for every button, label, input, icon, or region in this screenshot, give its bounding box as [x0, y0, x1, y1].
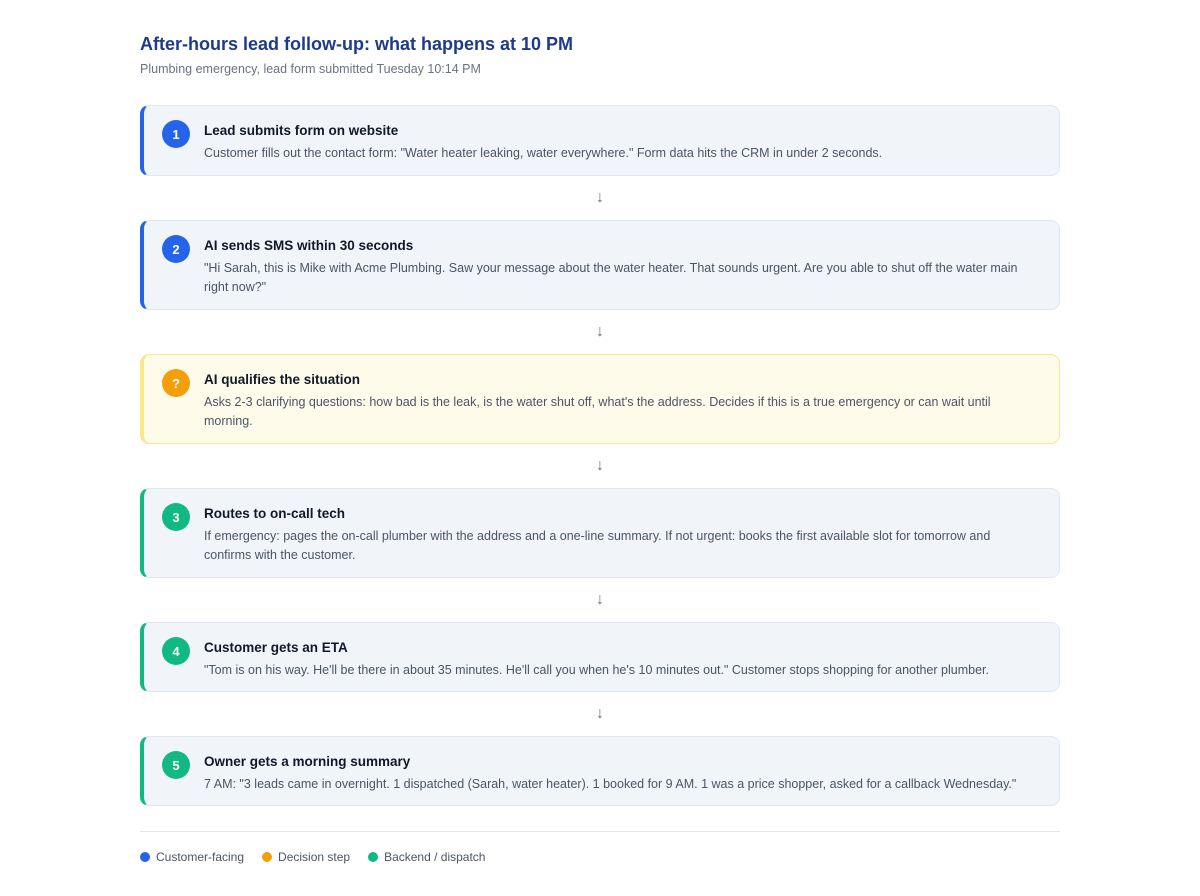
step-badge: 1 — [162, 120, 190, 148]
down-arrow-icon: ↓ — [596, 457, 604, 474]
step-ai-qualifies: ? AI qualifies the situation Asks 2-3 cl… — [140, 354, 1060, 444]
step-description: If emergency: pages the on-call plumber … — [204, 529, 991, 562]
step-ai-sms: 2 AI sends SMS within 30 seconds "Hi Sar… — [140, 220, 1060, 310]
step-title: AI qualifies the situation — [204, 372, 361, 387]
step-routes-tech: 3 Routes to on-call tech If emergency: p… — [140, 488, 1060, 578]
legend-item-customer-facing: Customer-facing — [140, 850, 244, 864]
step-owner-summary: 5 Owner gets a morning summary 7 AM: "3 … — [140, 736, 1060, 806]
step-title: Lead submits form on website — [204, 123, 399, 138]
step-badge: 3 — [162, 503, 190, 531]
legend-label: Backend / dispatch — [384, 850, 486, 864]
page-subtitle: Plumbing emergency, lead form submitted … — [140, 62, 481, 76]
step-title: Customer gets an ETA — [204, 640, 348, 655]
step-description: 7 AM: "3 leads came in overnight. 1 disp… — [204, 777, 1017, 791]
down-arrow-icon: ↓ — [596, 323, 604, 340]
legend-item-decision: Decision step — [262, 850, 350, 864]
legend-dot-icon — [368, 852, 379, 862]
step-badge: 5 — [162, 751, 190, 779]
step-description: "Hi Sarah, this is Mike with Acme Plumbi… — [204, 261, 1018, 294]
step-description: "Tom is on his way. He'll be there in ab… — [204, 663, 989, 677]
legend: Customer-facing Decision step Backend / … — [140, 850, 485, 864]
legend-item-backend: Backend / dispatch — [368, 850, 485, 864]
step-description: Asks 2-3 clarifying questions: how bad i… — [204, 395, 991, 428]
step-badge: 2 — [162, 235, 190, 263]
step-description: Customer fills out the contact form: "Wa… — [204, 146, 883, 160]
step-customer-eta: 4 Customer gets an ETA "Tom is on his wa… — [140, 622, 1060, 692]
step-title: AI sends SMS within 30 seconds — [204, 238, 414, 253]
step-lead-submits: 1 Lead submits form on website Customer … — [140, 105, 1060, 176]
legend-label: Customer-facing — [156, 850, 245, 864]
down-arrow-icon: ↓ — [596, 591, 604, 608]
step-title: Routes to on-call tech — [204, 506, 346, 521]
step-badge: 4 — [162, 637, 190, 665]
legend-divider — [140, 831, 1060, 832]
legend-label: Decision step — [278, 850, 351, 864]
down-arrow-icon: ↓ — [596, 189, 604, 206]
question-badge-icon: ? — [162, 369, 190, 397]
down-arrow-icon: ↓ — [596, 705, 604, 722]
legend-dot-icon — [262, 852, 273, 862]
step-title: Owner gets a morning summary — [204, 754, 411, 769]
legend-dot-icon — [140, 852, 150, 862]
page-title: After-hours lead follow-up: what happens… — [140, 34, 574, 54]
